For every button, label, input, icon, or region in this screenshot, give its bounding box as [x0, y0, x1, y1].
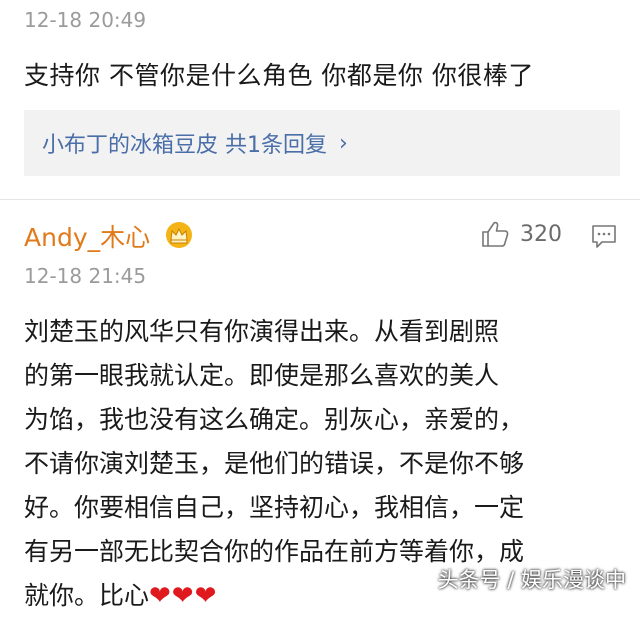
like-button[interactable]: 320 [480, 220, 562, 248]
comment1-timestamp: 12-18 20:49 [24, 8, 147, 32]
comment-username[interactable]: Andy_木心 [24, 218, 150, 254]
chevron-right-icon: › [339, 130, 348, 156]
crown-icon [166, 222, 192, 248]
watermark: 头条号 / 娱乐漫谈中 [437, 568, 626, 592]
reply-thread-label: 小布丁的冰箱豆皮 共1条回复 [42, 133, 327, 158]
thumbs-up-icon [482, 221, 509, 247]
comment-last-line: 就你。比心 [24, 581, 150, 610]
comment2-timestamp: 12-18 21:45 [24, 264, 147, 288]
divider [0, 199, 640, 200]
comment-line: 好。你要相信自己，坚持初心，我相信，一定 [24, 493, 525, 522]
comment-line: 为馅，我也没有这么确定。别灰心，亲爱的， [24, 405, 525, 434]
comment-line: 的第一眼我就认定。即使是那么喜欢的美人 [24, 361, 500, 390]
comment-line: 刘楚玉的风华只有你演得出来。从看到剧照 [24, 317, 500, 346]
like-count: 320 [520, 221, 562, 247]
reply-thread-link[interactable]: 小布丁的冰箱豆皮 共1条回复 › [24, 110, 620, 176]
comment-line: 不请你演刘楚玉，是他们的错误，不是你不够 [24, 449, 525, 478]
comment-icon[interactable] [590, 222, 618, 250]
comment1-text: 支持你 不管你是什么角色 你都是你 你很棒了 [24, 61, 534, 90]
heart-emoji-icons: ❤❤❤ [149, 581, 218, 611]
